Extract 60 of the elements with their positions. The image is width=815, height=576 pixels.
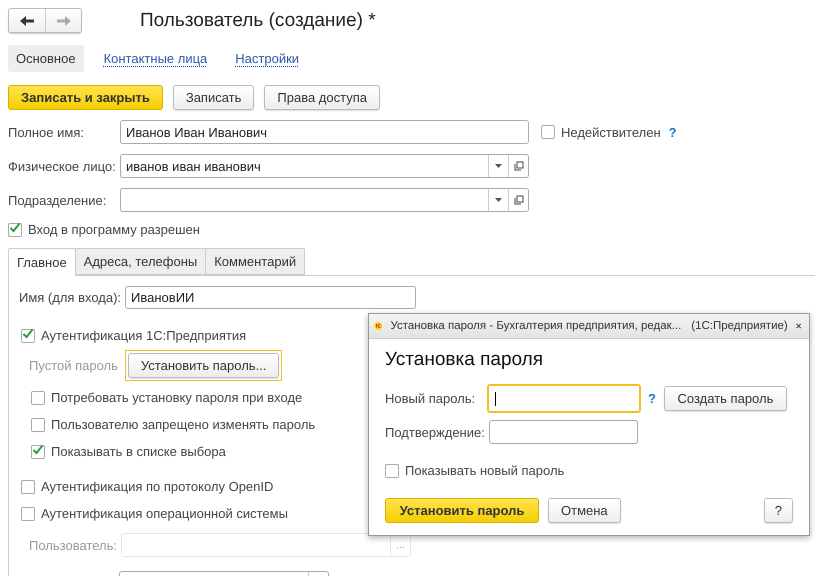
input-field[interactable] xyxy=(120,188,529,212)
caret-icon xyxy=(495,198,502,202)
checkbox[interactable] xyxy=(31,390,45,404)
checkbox[interactable] xyxy=(541,125,555,139)
dialog-button[interactable]: Отмена xyxy=(548,498,621,523)
section-link[interactable]: Настройки xyxy=(227,45,308,72)
checkbox-label: Аутентификация по протоколу OpenID xyxy=(41,479,274,494)
toolbar-button[interactable]: Записать и закрыть xyxy=(8,85,163,110)
field-label: Пользователь: xyxy=(29,538,118,552)
app-name: (1С:Предприятие) xyxy=(691,320,788,332)
password-status: Пустой пароль xyxy=(29,358,118,373)
password-field[interactable] xyxy=(489,420,638,444)
help-link[interactable]: ? xyxy=(648,391,656,406)
section-link[interactable]: Основное xyxy=(8,45,84,72)
dialog-heading: Установка пароля xyxy=(385,349,544,371)
checkbox[interactable] xyxy=(21,480,35,494)
checkbox[interactable] xyxy=(31,418,45,432)
field-label: Физическое лицо: xyxy=(8,158,117,174)
checkbox-label: Аутентификация операционной системы xyxy=(41,506,288,521)
password-field[interactable] xyxy=(487,384,641,413)
checkbox[interactable] xyxy=(385,464,399,478)
checkbox-label: Показывать в списке выбора xyxy=(51,444,226,459)
field-label: Новый пароль: xyxy=(385,391,476,406)
text-cursor xyxy=(495,392,497,406)
tab[interactable]: Комментарий xyxy=(205,248,306,275)
open-icon xyxy=(514,195,524,205)
checkbox-label: Потребовать установку пароля при входе xyxy=(51,390,302,405)
dialog-title: Установка пароля - Бухгалтерия предприятия, редак... xyxy=(390,320,682,332)
arrow-left-icon xyxy=(20,16,34,26)
section-link[interactable]: Контактные лица xyxy=(96,45,216,72)
open-icon xyxy=(514,161,524,171)
close-icon[interactable] xyxy=(796,321,801,331)
tab[interactable]: Адреса, телефоны xyxy=(74,248,206,275)
checkbox[interactable] xyxy=(8,222,22,236)
checkbox-label: Пользователю запрещено изменять пароль xyxy=(51,417,316,432)
form-title: Пользователь (создание) * xyxy=(140,10,376,32)
caret-icon xyxy=(495,164,502,168)
field-label: Полное имя: xyxy=(8,124,85,140)
arrow-right-icon xyxy=(56,16,70,26)
toolbar-button[interactable]: Записать xyxy=(172,85,254,110)
field-label: Подразделение: xyxy=(8,192,108,208)
checkbox-label: Вход в программу разрешен xyxy=(28,222,200,237)
create-password-button[interactable]: Создать пароль xyxy=(664,386,787,411)
toolbar-button[interactable]: Права доступа xyxy=(264,85,380,110)
help-button[interactable]: ? xyxy=(764,498,793,523)
checkbox[interactable] xyxy=(31,444,45,458)
set-password-button[interactable]: Установить пароль... xyxy=(128,353,279,378)
input-field[interactable]: ИвановИИ xyxy=(125,286,416,309)
input-field[interactable]: Иванов Иван Иванович xyxy=(120,120,529,144)
checkbox[interactable] xyxy=(21,506,35,520)
dialog-button[interactable]: Установить пароль xyxy=(385,498,539,523)
input-field[interactable]: иванов иван иванович xyxy=(120,154,529,178)
tab[interactable]: Главное xyxy=(8,248,76,276)
checkbox-label: Недействителен xyxy=(561,124,661,140)
checkbox-label: Показывать новый пароль xyxy=(405,463,564,478)
help-link[interactable]: ? xyxy=(668,124,677,140)
field-label: Подтверждение: xyxy=(385,424,486,440)
field-label: Имя (для входа): xyxy=(19,290,122,305)
checkbox-label: Аутентификация 1С:Предприятия xyxy=(41,328,246,343)
checkbox[interactable] xyxy=(21,328,35,342)
